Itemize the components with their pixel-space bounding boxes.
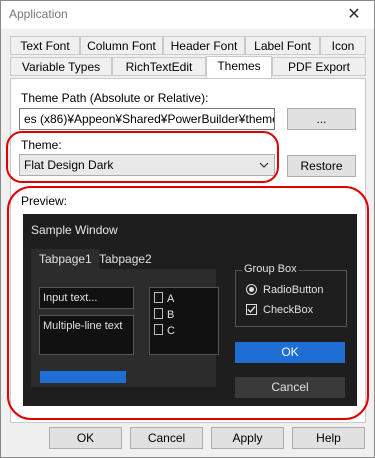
apply-button[interactable]: Apply: [211, 427, 284, 449]
application-window: Application ✕ Text Font Column Font Head…: [0, 0, 375, 458]
tab-strip: Text Font Column Font Header Font Label …: [10, 36, 366, 78]
tab-text-font[interactable]: Text Font: [10, 36, 80, 55]
tab-variable-types[interactable]: Variable Types: [10, 57, 112, 76]
tab-header-font[interactable]: Header Font: [163, 36, 245, 55]
cancel-button[interactable]: Cancel: [130, 427, 203, 449]
preview-highlight-outline: [7, 186, 369, 420]
restore-button[interactable]: Restore: [287, 155, 356, 177]
theme-path-input[interactable]: es (x86)¥Appeon¥Shared¥PowerBuilder¥them…: [19, 108, 275, 130]
browse-button[interactable]: ...: [287, 108, 356, 130]
tab-column-font[interactable]: Column Font: [80, 36, 163, 55]
theme-highlight-outline: [6, 131, 279, 183]
tab-label-font[interactable]: Label Font: [245, 36, 320, 55]
tab-pdf-export[interactable]: PDF Export: [272, 57, 366, 76]
help-button[interactable]: Help: [292, 427, 365, 449]
tab-richtextedit[interactable]: RichTextEdit: [112, 57, 206, 76]
tab-themes[interactable]: Themes: [206, 56, 272, 78]
ok-button[interactable]: OK: [49, 427, 122, 449]
title-bar: Application ✕: [1, 1, 374, 29]
window-title: Application: [9, 7, 68, 21]
theme-path-label: Theme Path (Absolute or Relative):: [21, 91, 209, 105]
tab-icon[interactable]: Icon: [320, 36, 366, 55]
close-icon[interactable]: ✕: [334, 1, 374, 29]
